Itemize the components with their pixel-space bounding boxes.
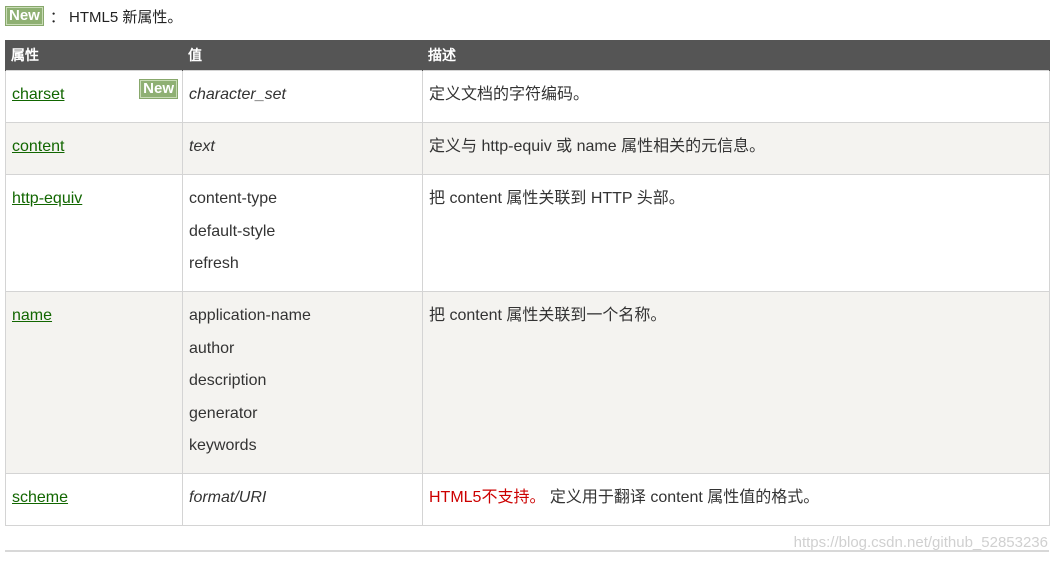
description-text: 定义用于翻译 content 属性值的格式。: [545, 489, 820, 506]
attribute-link-content[interactable]: content: [12, 138, 64, 155]
description-cell: 把 content 属性关联到一个名称。: [422, 291, 1050, 474]
meta-attributes-table: 属性 值 描述 charset New character_set 定义文档的字…: [5, 40, 1050, 526]
table-row: content text 定义与 http-equiv 或 name 属性相关的…: [5, 122, 1050, 175]
new-attribute-legend: New ： HTML5 新属性。: [5, 4, 182, 28]
description-text: 定义与 http-equiv 或 name 属性相关的元信息。: [429, 138, 766, 155]
table-row: name application-name author description…: [5, 291, 1050, 474]
header-description: 描述: [422, 40, 1050, 71]
value-item: generator: [189, 404, 258, 422]
description-text: 把 content 属性关联到 HTTP 头部。: [429, 190, 685, 207]
value-item: text: [189, 138, 215, 155]
attribute-link-scheme[interactable]: scheme: [12, 489, 68, 506]
table-row: charset New character_set 定义文档的字符编码。: [5, 70, 1050, 123]
description-text: 定义文档的字符编码。: [429, 86, 590, 103]
value-cell: character_set: [182, 70, 423, 123]
new-badge: New: [139, 79, 178, 99]
description-text: 把 content 属性关联到一个名称。: [429, 307, 667, 324]
attribute-link-http-equiv[interactable]: http-equiv: [12, 190, 82, 207]
table-row: scheme format/URI HTML5不支持。 定义用于翻译 conte…: [5, 473, 1050, 526]
value-item: description: [189, 372, 267, 389]
watermark: https://blog.csdn.net/github_52853236: [793, 534, 1048, 551]
attribute-link-name[interactable]: name: [12, 307, 52, 324]
value-item: default-style: [189, 222, 276, 240]
unsupported-note: HTML5不支持。: [429, 489, 546, 506]
table-row: http-equiv content-type default-style re…: [5, 174, 1050, 292]
value-item: format/URI: [189, 489, 267, 506]
value-item: application-name: [189, 307, 311, 324]
table-header-row: 属性 值 描述: [5, 40, 1050, 71]
description-cell: 把 content 属性关联到 HTTP 头部。: [422, 174, 1050, 292]
legend-text: ： HTML5 新属性。: [49, 8, 183, 26]
attribute-cell: scheme: [5, 473, 183, 526]
new-badge: New: [5, 6, 44, 26]
description-cell: 定义与 http-equiv 或 name 属性相关的元信息。: [422, 122, 1050, 175]
attribute-cell: content: [5, 122, 183, 175]
value-cell: format/URI: [182, 473, 423, 526]
attribute-cell: http-equiv: [5, 174, 183, 292]
value-cell: text: [182, 122, 423, 175]
value-item: author: [189, 339, 235, 357]
attribute-link-charset[interactable]: charset: [12, 86, 64, 103]
description-cell: HTML5不支持。 定义用于翻译 content 属性值的格式。: [422, 473, 1050, 526]
value-item: keywords: [189, 437, 257, 454]
value-cell: content-type default-style refresh: [182, 174, 423, 292]
attribute-cell: name: [5, 291, 183, 474]
attribute-cell: charset New: [5, 70, 183, 123]
header-attribute: 属性: [5, 40, 183, 71]
header-value: 值: [182, 40, 423, 71]
value-item: character_set: [189, 86, 286, 103]
value-cell: application-name author description gene…: [182, 291, 423, 474]
value-item: refresh: [189, 255, 239, 272]
description-cell: 定义文档的字符编码。: [422, 70, 1050, 123]
value-item: content-type: [189, 190, 278, 207]
